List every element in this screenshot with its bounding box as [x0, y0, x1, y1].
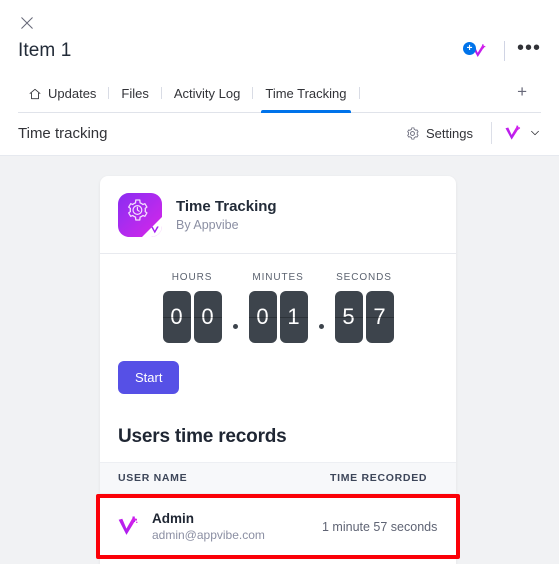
start-button[interactable]: Start	[118, 361, 180, 394]
app-name: Time Tracking	[176, 198, 277, 215]
plus-badge: +	[462, 42, 476, 55]
more-options-button[interactable]: •••	[517, 38, 541, 59]
digit: 5	[334, 291, 363, 343]
time-records-table: USER NAME TIME RECORDED Admin admin@appv…	[96, 462, 460, 564]
timer-display: HOURS 0 0 MINUTES 0 1 SECONDS 5 7	[100, 254, 456, 349]
card-header-text: Time Tracking By Appvibe	[176, 198, 277, 232]
appvibe-logo-icon	[151, 226, 159, 234]
tab-spacer	[362, 78, 504, 112]
table-header: USER NAME TIME RECORDED	[100, 462, 456, 494]
user-info: Admin admin@appvibe.com	[152, 511, 265, 542]
cell-time-recorded: 1 minute 57 seconds	[322, 519, 438, 534]
column-header-time-recorded: TIME RECORDED	[330, 472, 428, 484]
app-author: By Appvibe	[176, 218, 239, 232]
unit-label: HOURS	[171, 272, 213, 283]
timer-separator	[222, 324, 249, 343]
user-email: admin@appvibe.com	[152, 528, 265, 542]
digit: 0	[248, 291, 277, 343]
gear-icon	[407, 126, 419, 140]
seconds-digits: 5 7	[334, 291, 394, 343]
tab-separator	[358, 87, 360, 99]
digit: 1	[279, 291, 308, 343]
settings-button[interactable]: Settings	[397, 124, 481, 143]
subheader-divider	[491, 122, 492, 144]
timer-separator	[308, 324, 335, 343]
appvibe-logo-icon	[505, 125, 521, 140]
close-icon[interactable]	[18, 14, 36, 32]
timer-unit-hours: HOURS 0 0	[162, 272, 222, 343]
tab-updates[interactable]: Updates	[18, 78, 106, 112]
add-member-avatar[interactable]: +	[462, 38, 492, 64]
unit-label: SECONDS	[336, 272, 392, 283]
time-tracking-app-icon	[118, 193, 162, 237]
board-subheader: Time tracking Settings	[0, 113, 559, 156]
time-tracking-card: Time Tracking By Appvibe HOURS 0 0 MINUT…	[96, 176, 460, 564]
digit: 7	[365, 291, 394, 343]
app-logo-dropdown[interactable]	[502, 123, 543, 144]
header-divider	[503, 41, 505, 61]
tab-files[interactable]: Files	[111, 78, 158, 112]
tab-label: Updates	[48, 86, 97, 101]
unit-label: MINUTES	[252, 272, 304, 283]
timer-unit-minutes: MINUTES 0 1	[248, 272, 308, 343]
main-content: Time Tracking By Appvibe HOURS 0 0 MINUT…	[0, 156, 559, 564]
tab-separator	[160, 87, 162, 99]
tab-label: Activity Log	[173, 86, 241, 101]
tab-label: Files	[121, 86, 149, 101]
tab-time-tracking[interactable]: Time Tracking	[255, 78, 356, 113]
home-icon	[29, 88, 41, 99]
tab-separator	[108, 87, 110, 99]
tab-separator	[252, 87, 254, 99]
subheader-title: Time tracking	[18, 124, 108, 142]
appvibe-logo-icon	[118, 516, 137, 535]
page-title: Item 1	[18, 40, 72, 61]
item-panel: Item 1 + ••• Updates Files Activity Log …	[0, 0, 559, 564]
chevron-down-icon	[531, 130, 539, 136]
digit: 0	[162, 291, 191, 343]
tab-activity-log[interactable]: Activity Log	[164, 78, 250, 112]
title-row: Item 1 + •••	[18, 38, 541, 64]
digit: 0	[193, 291, 222, 343]
close-row	[18, 14, 541, 34]
window-header: Item 1 + ••• Updates Files Activity Log …	[0, 0, 559, 113]
subheader-actions: Settings	[397, 122, 543, 144]
records-heading: Users time records	[118, 426, 287, 447]
table-row[interactable]: Admin admin@appvibe.com 1 minute 57 seco…	[100, 498, 456, 555]
column-header-user-name: USER NAME	[118, 472, 188, 484]
hours-digits: 0 0	[162, 291, 222, 343]
gear-clock-icon	[128, 199, 148, 221]
card-header: Time Tracking By Appvibe	[100, 176, 456, 254]
cell-user-name: Admin admin@appvibe.com	[114, 511, 322, 542]
minutes-digits: 0 1	[248, 291, 308, 343]
header-actions: + •••	[462, 38, 541, 64]
card-bottom-spacer	[100, 559, 456, 564]
tab-label: Time Tracking	[265, 86, 347, 101]
user-name: Admin	[152, 511, 194, 526]
avatar	[114, 514, 140, 540]
start-row: Start	[100, 349, 456, 404]
settings-label: Settings	[426, 125, 473, 141]
highlight-box: Admin admin@appvibe.com 1 minute 57 seco…	[96, 494, 460, 559]
tab-bar: Updates Files Activity Log Time Tracking…	[18, 78, 541, 113]
add-tab-button[interactable]: +	[503, 78, 541, 112]
timer-unit-seconds: SECONDS 5 7	[334, 272, 394, 343]
